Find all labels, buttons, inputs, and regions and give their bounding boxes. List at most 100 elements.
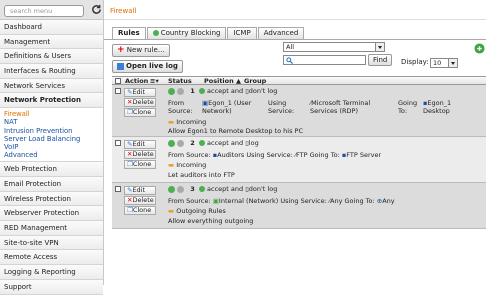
sidebar-item-management[interactable]: Management (0, 34, 103, 50)
plus-icon: + (117, 45, 125, 55)
rule-log: log (248, 139, 259, 147)
sidebar-item-logging-reporting[interactable]: Logging & Reporting (0, 265, 103, 280)
sidebar-item-red-management[interactable]: RED Management (0, 221, 103, 236)
delete-button[interactable]: ✕Delete (124, 98, 156, 107)
edit-button[interactable]: ✎Edit (124, 140, 156, 149)
from-label: From Source: (168, 99, 193, 115)
tab-rules[interactable]: Rules (112, 27, 146, 39)
delete-button[interactable]: ✕Delete (124, 150, 156, 159)
subnav-firewall[interactable]: Firewall (4, 110, 103, 118)
subnav-advanced[interactable]: Advanced (4, 151, 103, 159)
subnav-intrusion-prevention[interactable]: Intrusion Prevention (4, 127, 103, 135)
edit-label: Edit (132, 186, 146, 194)
tab-country-blocking[interactable]: Country Blocking (146, 27, 227, 39)
subnav-voip[interactable]: VoIP (4, 143, 103, 151)
row-checkbox[interactable] (115, 88, 121, 94)
table-row: ✎Edit ✕Delete ❐Clone 3 accept and ▯don't… (112, 183, 486, 229)
from-value: ▣Egon_1 (User Network) (202, 99, 252, 115)
edit-button[interactable]: ✎Edit (124, 186, 156, 195)
to-label: Going To: (398, 99, 418, 115)
search-field[interactable] (283, 55, 366, 65)
open-live-log-label: Open live log (126, 62, 178, 70)
search-icon (286, 56, 293, 64)
sidebar-item-webserver-protection[interactable]: Webserver Protection (0, 206, 103, 222)
edit-label: Edit (132, 88, 146, 96)
sidebar-item-interfaces-routing[interactable]: Interfaces & Routing (0, 64, 103, 79)
table-row: ✎Edit ✕Delete ❐Clone 2 accept and ▯log F… (112, 137, 486, 183)
row-checkbox[interactable] (115, 140, 121, 146)
rule-position: 2 (190, 139, 195, 147)
search-input[interactable]: search menu (4, 5, 84, 17)
table-header: Action ≡▾ Status Position ▲ Group (112, 76, 486, 85)
rule-comment: Allow Egon1 to Remote Desktop to his PC (168, 127, 303, 135)
display-value: 10 (433, 59, 442, 67)
search-bar: search menu (0, 0, 103, 20)
rule-action: accept and (207, 185, 244, 193)
top-bar: Firewall (104, 0, 486, 20)
refresh-icon[interactable] (91, 4, 102, 15)
rule-flow: From Source: ▣Internal (Network) Using S… (168, 197, 395, 205)
filter-value: All (286, 43, 295, 51)
new-rule-button[interactable]: + New rule... (112, 44, 170, 57)
header-group[interactable]: Group (244, 77, 266, 85)
sidebar-item-wireless-protection[interactable]: Wireless Protection (0, 191, 103, 207)
chevron-down-icon (448, 59, 457, 67)
rule-log: don't log (248, 87, 278, 95)
status-dot-icon (177, 139, 185, 147)
clone-button[interactable]: ❐Clone (124, 206, 156, 215)
new-rule-label: New rule... (126, 46, 165, 54)
header-action[interactable]: Action (125, 77, 148, 85)
rule-comment: Allow everything outgoing (168, 217, 254, 225)
toggle-on-icon[interactable] (168, 87, 175, 95)
accept-icon (198, 140, 205, 146)
clone-button[interactable]: ❐Clone (124, 160, 156, 169)
row-checkbox[interactable] (115, 186, 121, 192)
page-title: Firewall (110, 7, 137, 15)
sidebar-item-network-protection[interactable]: Network Protection (0, 93, 103, 109)
delete-button[interactable]: ✕Delete (124, 196, 156, 205)
sidebar-item-dashboard[interactable]: Dashboard (0, 20, 103, 35)
sidebar-item-email-protection[interactable]: Email Protection (0, 177, 103, 192)
tab-label: Country Blocking (160, 29, 221, 37)
rule-group: ▬ Outgoing Rules (168, 207, 226, 215)
folder-icon: ▬ (168, 207, 175, 215)
subnav-server-load-balancing[interactable]: Server Load Balancing (4, 135, 103, 143)
table-row: ✎Edit ✕Delete ❐Clone 1 accept and ▯don't… (112, 85, 486, 137)
clone-label: Clone (132, 206, 152, 214)
find-button[interactable]: Find (368, 54, 393, 66)
status-dot-icon (177, 185, 185, 193)
sidebar: search menu Dashboard Management Definit… (0, 0, 104, 295)
select-all-checkbox[interactable] (115, 78, 121, 84)
clone-button[interactable]: ❐Clone (124, 108, 156, 117)
open-live-log-button[interactable]: Open live log (112, 60, 183, 73)
add-icon[interactable] (474, 43, 485, 54)
globe-icon (152, 30, 159, 36)
status-dot-icon (177, 87, 185, 95)
using-label: Using Service: (268, 99, 295, 115)
sidebar-item-support[interactable]: Support (0, 279, 103, 295)
rule-action: accept and (207, 87, 244, 95)
tab-advanced[interactable]: Advanced (257, 27, 305, 39)
rule-action: accept and (207, 139, 244, 147)
header-position[interactable]: Position (204, 77, 234, 85)
sidebar-item-network-services[interactable]: Network Services (0, 78, 103, 94)
sidebar-item-web-protection[interactable]: Web Protection (0, 162, 103, 178)
accept-icon (198, 186, 205, 192)
display-select[interactable]: 10 (430, 58, 458, 68)
log-icon (117, 62, 124, 70)
filter-select[interactable]: All (283, 42, 385, 52)
tab-icmp[interactable]: ICMP (227, 27, 257, 39)
sidebar-item-remote-access[interactable]: Remote Access (0, 250, 103, 266)
subnav-nat[interactable]: NAT (4, 118, 103, 126)
rule-position: 1 (190, 87, 195, 95)
sidebar-item-site-to-site-vpn[interactable]: Site-to-site VPN (0, 235, 103, 251)
sort-icon: ≡▾ (150, 77, 159, 85)
to-value: ▪Egon_1 Desktop (423, 99, 452, 115)
sidebar-item-definitions-users[interactable]: Definitions & Users (0, 49, 103, 65)
header-status[interactable]: Status (168, 77, 192, 85)
display-label: Display: (401, 58, 429, 66)
toggle-on-icon[interactable] (168, 185, 175, 193)
toggle-on-icon[interactable] (168, 139, 175, 147)
folder-icon: ▬ (168, 118, 175, 126)
edit-button[interactable]: ✎Edit (124, 88, 156, 97)
